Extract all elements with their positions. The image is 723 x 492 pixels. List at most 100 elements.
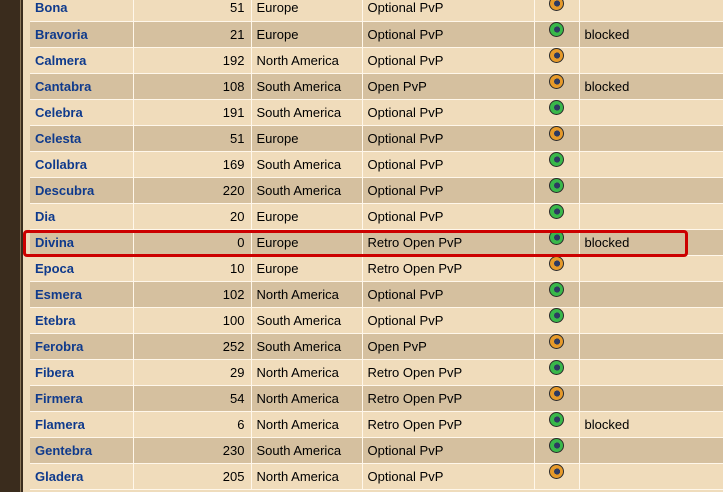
location-cell: Europe — [251, 255, 363, 282]
world-name-link[interactable]: Esmera — [35, 287, 82, 302]
world-name-link[interactable]: Cantabra — [35, 79, 91, 94]
status-cell — [579, 333, 723, 360]
selected-row-highlight — [23, 230, 688, 257]
pvp-type-cell: Optional PvP — [362, 463, 535, 490]
location-cell: Europe — [251, 125, 363, 152]
table-row[interactable]: Epoca 10 Europe Retro Open PvP — [30, 255, 723, 282]
world-name-cell: Etebra — [30, 307, 134, 334]
world-name-link[interactable]: Celebra — [35, 105, 83, 120]
players-online-cell: 252 — [133, 333, 252, 360]
location-cell: North America — [251, 47, 363, 74]
players-online-cell: 102 — [133, 281, 252, 308]
players-online-cell: 230 — [133, 437, 252, 464]
world-name-link[interactable]: Fibera — [35, 365, 74, 380]
players-online-cell: 205 — [133, 463, 252, 490]
globe-green-icon — [549, 152, 564, 167]
premium-cell — [534, 125, 580, 152]
table-row[interactable]: Dia 20 Europe Optional PvP — [30, 203, 723, 230]
world-name-link[interactable]: Bravoria — [35, 27, 88, 42]
world-name-link[interactable]: Collabra — [35, 157, 87, 172]
table-row[interactable]: Calmera 192 North America Optional PvP — [30, 47, 723, 74]
premium-cell — [534, 281, 580, 308]
world-name-link[interactable]: Epoca — [35, 261, 74, 276]
world-name-link[interactable]: Descubra — [35, 183, 94, 198]
status-cell — [579, 125, 723, 152]
table-row[interactable]: Bona 51 Europe Optional PvP — [30, 0, 723, 22]
pvp-type-cell: Optional PvP — [362, 151, 535, 178]
players-online-cell: 191 — [133, 99, 252, 126]
globe-green-icon — [549, 308, 564, 323]
world-name-cell: Collabra — [30, 151, 134, 178]
globe-orange-icon — [549, 386, 564, 401]
location-cell: North America — [251, 281, 363, 308]
table-row[interactable]: Celesta 51 Europe Optional PvP — [30, 125, 723, 152]
globe-green-icon — [549, 204, 564, 219]
pvp-type-cell: Optional PvP — [362, 47, 535, 74]
status-cell — [579, 47, 723, 74]
world-name-link[interactable]: Calmera — [35, 53, 86, 68]
table-row[interactable]: Fibera 29 North America Retro Open PvP — [30, 359, 723, 386]
globe-orange-icon — [549, 464, 564, 479]
world-name-cell: Descubra — [30, 177, 134, 204]
world-name-cell: Cantabra — [30, 73, 134, 100]
location-cell: Europe — [251, 21, 363, 48]
world-name-link[interactable]: Dia — [35, 209, 55, 224]
pvp-type-cell: Retro Open PvP — [362, 385, 535, 412]
globe-green-icon — [549, 282, 564, 297]
table-row[interactable]: Celebra 191 South America Optional PvP — [30, 99, 723, 126]
pvp-type-cell: Open PvP — [362, 333, 535, 360]
players-online-cell: 192 — [133, 47, 252, 74]
table-row[interactable]: Cantabra 108 South America Open PvP bloc… — [30, 73, 723, 100]
table-row[interactable]: Gladera 205 North America Optional PvP — [30, 463, 723, 490]
location-cell: South America — [251, 151, 363, 178]
status-cell: blocked — [579, 73, 723, 100]
location-cell: North America — [251, 359, 363, 386]
location-cell: Europe — [251, 203, 363, 230]
table-row[interactable]: Ferobra 252 South America Open PvP — [30, 333, 723, 360]
players-online-cell: 169 — [133, 151, 252, 178]
globe-orange-icon — [549, 0, 564, 11]
players-online-cell: 220 — [133, 177, 252, 204]
world-name-link[interactable]: Ferobra — [35, 339, 83, 354]
pvp-type-cell: Optional PvP — [362, 203, 535, 230]
location-cell: North America — [251, 463, 363, 490]
status-cell — [579, 385, 723, 412]
world-name-link[interactable]: Flamera — [35, 417, 85, 432]
table-row[interactable]: Flamera 6 North America Retro Open PvP b… — [30, 411, 723, 438]
status-cell — [579, 359, 723, 386]
world-name-link[interactable]: Bona — [35, 0, 68, 15]
premium-cell — [534, 359, 580, 386]
world-name-link[interactable]: Firmera — [35, 391, 83, 406]
world-name-cell: Bravoria — [30, 21, 134, 48]
location-cell: South America — [251, 177, 363, 204]
location-cell: South America — [251, 333, 363, 360]
world-name-link[interactable]: Etebra — [35, 313, 75, 328]
pvp-type-cell: Optional PvP — [362, 21, 535, 48]
world-name-link[interactable]: Gentebra — [35, 443, 92, 458]
players-online-cell: 10 — [133, 255, 252, 282]
location-cell: South America — [251, 307, 363, 334]
players-online-cell: 20 — [133, 203, 252, 230]
world-name-cell: Esmera — [30, 281, 134, 308]
players-online-cell: 51 — [133, 125, 252, 152]
table-row[interactable]: Gentebra 230 South America Optional PvP — [30, 437, 723, 464]
world-name-link[interactable]: Gladera — [35, 469, 83, 484]
world-name-cell: Bona — [30, 0, 134, 22]
pvp-type-cell: Optional PvP — [362, 307, 535, 334]
table-row[interactable]: Collabra 169 South America Optional PvP — [30, 151, 723, 178]
premium-cell — [534, 333, 580, 360]
premium-cell — [534, 0, 580, 22]
table-row[interactable]: Bravoria 21 Europe Optional PvP blocked — [30, 21, 723, 48]
premium-cell — [534, 463, 580, 490]
globe-green-icon — [549, 100, 564, 115]
world-name-cell: Gladera — [30, 463, 134, 490]
table-row[interactable]: Firmera 54 North America Retro Open PvP — [30, 385, 723, 412]
world-name-link[interactable]: Celesta — [35, 131, 81, 146]
table-row[interactable]: Etebra 100 South America Optional PvP — [30, 307, 723, 334]
status-cell — [579, 255, 723, 282]
premium-cell — [534, 437, 580, 464]
table-row[interactable]: Descubra 220 South America Optional PvP — [30, 177, 723, 204]
premium-cell — [534, 411, 580, 438]
status-cell — [579, 0, 723, 22]
table-row[interactable]: Esmera 102 North America Optional PvP — [30, 281, 723, 308]
